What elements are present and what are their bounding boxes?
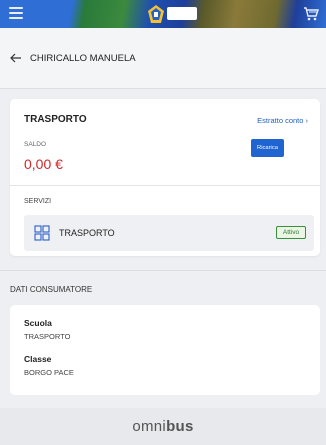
consumer-card: Scuola TRASPORTO Classe BORGO PACE (10, 305, 320, 395)
balance-label: SALDO (24, 141, 47, 148)
cart-icon[interactable] (303, 6, 319, 22)
arrow-left-icon[interactable] (10, 52, 22, 64)
section-divider (0, 270, 326, 271)
hamburger-menu-icon[interactable] (9, 7, 23, 19)
brand-logo: omnibus (132, 418, 193, 435)
status-badge: Attivo (276, 226, 306, 239)
brand-logo-light: omni (132, 418, 167, 435)
footer: omnibus (0, 408, 326, 445)
consumer-section-title: DATI CONSUMATORE (10, 285, 93, 294)
service-name: TRASPORTO (59, 228, 115, 238)
page-title: CHIRICALLO MANUELA (30, 52, 136, 64)
recharge-button[interactable]: Ricarica (251, 139, 284, 157)
coat-of-arms-icon (148, 5, 164, 23)
account-card: TRASPORTO Estratto conto › SALDO 0,00 € … (10, 99, 320, 256)
field-value-class: BORGO PACE (24, 368, 74, 377)
page-header: CHIRICALLO MANUELA (0, 28, 326, 88)
statement-link[interactable]: Estratto conto › (257, 116, 308, 125)
field-label-class: Classe (24, 354, 52, 364)
balance-value: 0,00 € (24, 156, 63, 172)
redacted-region (167, 7, 197, 20)
services-label: SERVIZI (24, 198, 52, 205)
field-value-school: TRASPORTO (24, 332, 71, 341)
field-label-school: Scuola (24, 318, 52, 328)
header-divider (0, 88, 326, 89)
card-divider (10, 185, 320, 186)
service-item[interactable]: TRASPORTO Attivo (24, 215, 314, 251)
brand-logo-bold: bus (166, 418, 194, 435)
grid-icon (34, 225, 50, 241)
account-card-title: TRASPORTO (24, 114, 87, 125)
top-app-bar (0, 0, 326, 28)
